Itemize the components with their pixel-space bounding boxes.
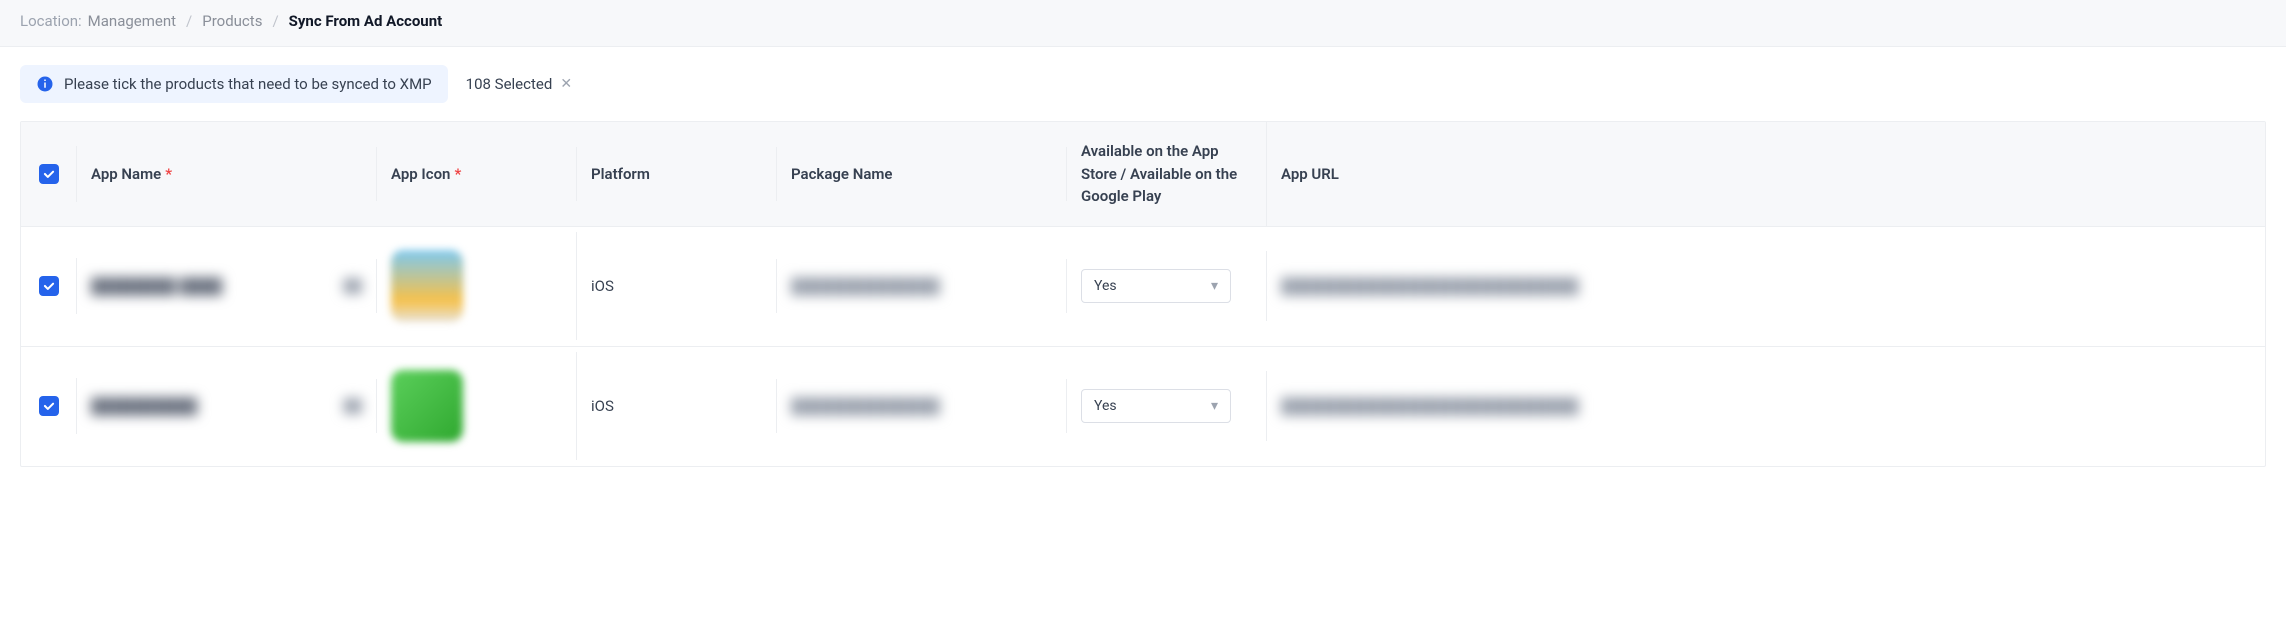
table-header: App Name* App Icon* Platform Package Nam…: [21, 122, 2265, 226]
package-name-value: ██████████████: [791, 397, 940, 415]
cell-app-name: ████████ ████ · ██: [77, 259, 377, 313]
cell-app-url: ████████████████████████████: [1267, 259, 2265, 313]
row-checkbox-cell: [21, 378, 77, 434]
header-checkbox-cell: [21, 146, 77, 202]
breadcrumb-location-label: Location:: [20, 12, 82, 30]
cell-app-url: ████████████████████████████: [1267, 379, 2265, 433]
breadcrumb-separator: /: [182, 12, 196, 30]
available-select-value: Yes: [1094, 278, 1117, 294]
cell-available: Yes ▾: [1067, 371, 1267, 441]
package-name-value: ██████████████: [791, 277, 940, 295]
cell-app-icon: [377, 232, 577, 340]
header-app-url: App URL: [1267, 147, 2265, 201]
row-checkbox-cell: [21, 258, 77, 314]
app-icon-image: [391, 250, 463, 322]
app-url-value: ████████████████████████████: [1281, 277, 1579, 295]
available-select-value: Yes: [1094, 398, 1117, 414]
selected-count-chip: 108 Selected ✕: [466, 75, 572, 93]
cell-available: Yes ▾: [1067, 251, 1267, 321]
table-row: ████████ ████ · ██ iOS ██████████████ Ye…: [21, 226, 2265, 346]
chevron-down-icon: ▾: [1211, 398, 1218, 414]
header-app-name: App Name*: [77, 147, 377, 201]
available-select[interactable]: Yes ▾: [1081, 269, 1231, 303]
available-select[interactable]: Yes ▾: [1081, 389, 1231, 423]
app-name-value: ████████ ████: [91, 277, 222, 295]
breadcrumb-item-management[interactable]: Management: [88, 12, 176, 30]
clear-selection-icon[interactable]: ✕: [560, 77, 572, 91]
breadcrumb-separator: /: [268, 12, 282, 30]
app-url-value: ████████████████████████████: [1281, 397, 1579, 415]
cell-platform: iOS: [577, 259, 777, 313]
row-checkbox[interactable]: [39, 396, 59, 416]
breadcrumb-item-products[interactable]: Products: [202, 12, 262, 30]
header-app-icon-label: App Icon: [391, 165, 450, 183]
info-icon: [36, 75, 54, 93]
required-star-icon: *: [165, 165, 172, 183]
cell-app-name: ██████████ ██: [77, 379, 377, 433]
app-name-value: ██████████: [91, 397, 197, 415]
cell-app-icon: [377, 352, 577, 460]
header-app-name-label: App Name: [91, 165, 161, 183]
breadcrumb-item-current: Sync From Ad Account: [289, 12, 443, 30]
select-all-checkbox[interactable]: [39, 164, 59, 184]
cell-package-name: ██████████████: [777, 259, 1067, 313]
header-package-name: Package Name: [777, 147, 1067, 201]
header-app-icon: App Icon*: [377, 147, 577, 201]
app-name-suffix: · ██: [337, 278, 362, 294]
row-checkbox[interactable]: [39, 276, 59, 296]
header-platform: Platform: [577, 147, 777, 201]
breadcrumb: Location: Management / Products / Sync F…: [0, 0, 2286, 47]
products-table: App Name* App Icon* Platform Package Nam…: [20, 121, 2266, 467]
app-name-suffix: ██: [344, 398, 362, 414]
app-icon-image: [391, 370, 463, 442]
selected-count-label: 108 Selected: [466, 75, 553, 93]
chevron-down-icon: ▾: [1211, 278, 1218, 294]
info-banner: Please tick the products that need to be…: [20, 65, 448, 103]
info-banner-text: Please tick the products that need to be…: [64, 75, 432, 93]
table-row: ██████████ ██ iOS ██████████████ Yes ▾ █…: [21, 346, 2265, 466]
cell-package-name: ██████████████: [777, 379, 1067, 433]
required-star-icon: *: [454, 165, 461, 183]
cell-platform: iOS: [577, 379, 777, 433]
info-row: Please tick the products that need to be…: [0, 47, 2286, 111]
header-available: Available on the App Store / Available o…: [1067, 122, 1267, 226]
